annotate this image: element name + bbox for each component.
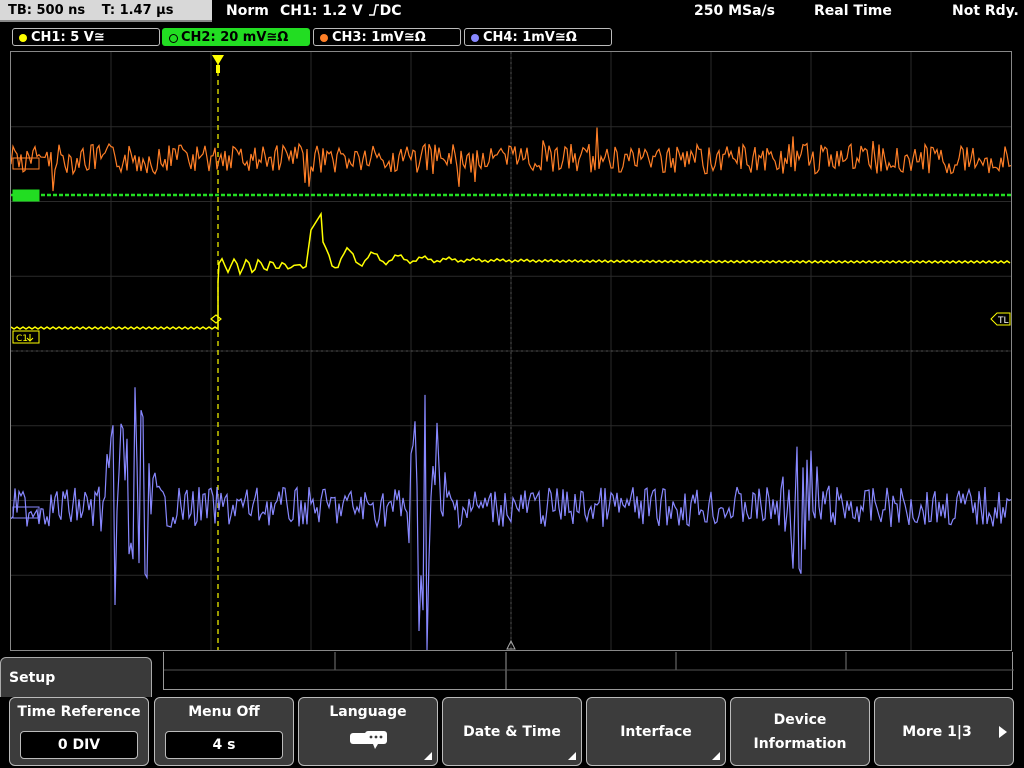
more-label: More 1|3	[902, 724, 972, 740]
channel-2-button[interactable]: CH2: 20 mV≅Ω	[162, 28, 310, 46]
speech-bubble-icon	[350, 731, 387, 749]
submenu-corner-icon	[424, 752, 432, 760]
menu-off-softkey[interactable]: Menu Off 4 s	[154, 697, 294, 766]
graticule	[11, 52, 1011, 650]
trigger-position-icon[interactable]	[212, 55, 224, 65]
arrow-right-icon	[999, 726, 1007, 738]
channel-4-dot-icon	[471, 34, 479, 42]
channel-3-dot-icon	[320, 34, 328, 42]
channel-3-label: CH3: 1mV≅Ω	[332, 30, 426, 45]
language-label: Language	[329, 704, 407, 720]
interface-label: Interface	[620, 724, 692, 740]
device-information-label-1: Device	[773, 712, 827, 728]
language-softkey[interactable]: Language	[298, 697, 438, 766]
channel-1-label: CH1: 5 V≅	[31, 30, 105, 45]
channel-1-marker-label: C1	[16, 334, 28, 344]
more-softkey[interactable]: More 1|3	[874, 697, 1014, 766]
time-reference-softkey[interactable]: Time Reference 0 DIV	[9, 697, 149, 766]
run-state: Not Rdy.	[952, 3, 1019, 19]
time-reference-label: Time Reference	[17, 704, 141, 720]
acquisition-mode[interactable]: Real Time	[814, 0, 892, 23]
channel-2-marker[interactable]	[12, 189, 40, 202]
submenu-corner-icon	[568, 752, 576, 760]
interface-softkey[interactable]: Interface	[586, 697, 726, 766]
time-reference-value: 0 DIV	[20, 731, 138, 759]
trigger-level-label: TL	[997, 316, 1009, 326]
status-bar: TB: 500 ns T: 1.47 µs Norm CH1: 1.2 V DC…	[0, 0, 1024, 24]
timebase-value: TB: 500 ns	[8, 3, 86, 18]
info-area-lines	[164, 652, 1014, 690]
device-information-label-2: Information	[753, 736, 847, 752]
trigger-position-stem	[216, 65, 220, 73]
info-area	[163, 652, 1014, 690]
channel-bar: CH1: 5 V≅ CH2: 20 mV≅Ω CH3: 1mV≅Ω CH4: 1…	[0, 26, 1024, 48]
date-time-softkey[interactable]: Date & Time	[442, 697, 582, 766]
menu-off-label: Menu Off	[188, 704, 260, 720]
trigger-source[interactable]: CH1: 1.2 V DC	[280, 0, 402, 23]
channel-4-label: CH4: 1mV≅Ω	[483, 30, 577, 45]
trigger-time-value: T: 1.47 µs	[101, 3, 174, 18]
channel-2-label: CH2: 20 mV≅Ω	[181, 30, 289, 45]
device-information-softkey[interactable]: Device Information	[730, 697, 870, 766]
channel-2-dot-icon	[169, 34, 178, 43]
menu-title-tab: Setup	[0, 657, 152, 697]
trigger-point-icon	[210, 314, 222, 324]
menu-off-value: 4 s	[165, 731, 283, 759]
channel-1-button[interactable]: CH1: 5 V≅	[12, 28, 160, 46]
rising-edge-icon	[368, 4, 379, 16]
channel-3-button[interactable]: CH3: 1mV≅Ω	[313, 28, 461, 46]
channel-1-dot-icon	[19, 34, 27, 42]
sample-rate: 250 MSa/s	[694, 3, 776, 19]
date-time-label: Date & Time	[463, 724, 561, 740]
softkey-bar: Time Reference 0 DIV Menu Off 4 s Langua…	[0, 697, 1024, 768]
submenu-corner-icon	[712, 752, 720, 760]
timebase-box[interactable]: TB: 500 ns T: 1.47 µs	[0, 0, 212, 22]
channel-1-marker[interactable]: C1	[12, 330, 40, 344]
trigger-source-label: CH1: 1.2 V	[280, 3, 363, 19]
trigger-level-marker[interactable]: TL	[990, 312, 1011, 326]
channel-4-button[interactable]: CH4: 1mV≅Ω	[464, 28, 612, 46]
trigger-mode[interactable]: Norm	[226, 0, 269, 23]
waveform-display[interactable]: C1 TL	[10, 51, 1012, 651]
trigger-coupling: DC	[379, 3, 402, 19]
waveform-canvas: C1 TL	[11, 52, 1011, 650]
